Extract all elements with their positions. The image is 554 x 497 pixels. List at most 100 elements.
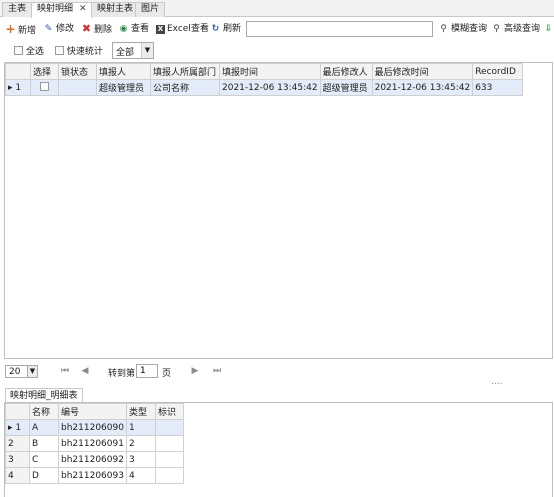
tab-images[interactable]: 图片: [135, 2, 166, 17]
edit-button-label: 修改: [56, 24, 75, 34]
export-icon: ⇩: [544, 24, 553, 34]
record-id-cell: 633: [472, 79, 524, 96]
edit-button[interactable]: ✎ 修改: [43, 22, 74, 36]
checkbox-icon: [40, 82, 49, 91]
excel-icon: X: [156, 25, 165, 34]
page-number-input[interactable]: [136, 364, 158, 378]
refresh-icon: ↻: [211, 24, 220, 34]
modifier-cell: 超级管理员: [319, 79, 373, 96]
page-size-select[interactable]: 20 ▼: [5, 365, 38, 378]
column-header[interactable]: 填报人所属部门: [150, 63, 220, 80]
delete-button-label: 删除: [94, 25, 113, 35]
row-select-checkbox[interactable]: [30, 79, 59, 96]
code-cell: bh211206093: [58, 467, 127, 484]
select-all-label: 全选: [25, 47, 44, 57]
code-cell: bh211206091: [58, 435, 127, 452]
tab-label: 图片: [141, 4, 160, 14]
fuzzy-search-icon: ⚲: [440, 24, 447, 34]
column-header[interactable]: 标识: [154, 403, 184, 420]
scope-select[interactable]: 全部 ▼: [112, 42, 154, 59]
new-button[interactable]: + 新增: [5, 22, 36, 36]
select-all-checkbox[interactable]: 全选: [14, 46, 44, 58]
table-row[interactable]: ▸ 1 A bh211206090 1: [5, 419, 184, 436]
chevron-down-icon[interactable]: ▼: [141, 43, 153, 58]
view-button-label: 查看: [131, 24, 150, 34]
row-indicator: 2: [5, 435, 30, 452]
prev-page-icon[interactable]: ◀: [80, 365, 90, 377]
code-cell: bh211206092: [58, 451, 127, 468]
first-page-icon[interactable]: ⏮: [60, 365, 70, 377]
page-size-value: 20: [9, 367, 21, 377]
name-cell: C: [29, 451, 59, 468]
fuzzy-query-button[interactable]: ⚲ 模糊查询: [438, 22, 487, 36]
export-button[interactable]: ⇩: [543, 22, 554, 36]
type-cell: 3: [125, 451, 156, 468]
code-cell: bh211206090: [58, 419, 127, 436]
column-header[interactable]: 最后修改人: [319, 63, 373, 80]
page-suffix-label: 页: [162, 369, 172, 379]
splitter-dots[interactable]: ....: [491, 377, 502, 387]
header-row: 名称 编号 类型 标识: [5, 403, 184, 420]
column-header[interactable]: 锁状态: [58, 63, 97, 80]
search-icon: ⚲: [493, 24, 500, 34]
type-cell: 4: [125, 467, 156, 484]
next-page-icon[interactable]: ▶: [190, 365, 200, 377]
mark-cell: [154, 451, 184, 468]
table-row[interactable]: 4 D bh211206093 4: [5, 467, 184, 484]
table-row[interactable]: ▸ 1 超级管理员 公司名称 2021-12-06 13:45:42 超级管理员…: [5, 79, 524, 96]
name-cell: A: [29, 419, 59, 436]
view-button[interactable]: ◉ 查看: [118, 22, 149, 36]
table-row[interactable]: 3 C bh211206092 3: [5, 451, 184, 468]
column-header[interactable]: 填报时间: [219, 63, 321, 80]
tab-detail[interactable]: 映射明细_明细表: [5, 388, 83, 402]
refresh-button[interactable]: ↻ 刷新: [210, 22, 241, 36]
scope-select-value: 全部: [116, 48, 135, 58]
mark-cell: [154, 419, 184, 436]
excel-view-button-label: Excel查看: [167, 24, 209, 34]
goto-label: 转到第: [108, 369, 136, 379]
row-indicator-header: [5, 63, 31, 80]
column-header[interactable]: 名称: [29, 403, 59, 420]
filler-cell: 超级管理员: [96, 79, 151, 96]
type-cell: 1: [125, 419, 156, 436]
detail-table: 名称 编号 类型 标识 ▸ 1 A bh211206090 1 2 B bh21…: [5, 403, 184, 484]
column-header[interactable]: 选择: [30, 63, 59, 80]
refresh-button-label: 刷新: [223, 24, 242, 34]
detail-grid: 名称 编号 类型 标识 ▸ 1 A bh211206090 1 2 B bh21…: [4, 402, 553, 497]
delete-button[interactable]: ✖ 删除: [81, 22, 112, 36]
last-page-icon[interactable]: ⏭: [212, 365, 222, 377]
column-header[interactable]: 类型: [125, 403, 156, 420]
checkbox-icon: [55, 46, 64, 55]
tab-label: 映射主表: [97, 4, 134, 14]
delete-icon: ✖: [81, 22, 92, 35]
column-header[interactable]: RecordID: [472, 63, 524, 80]
name-cell: B: [29, 435, 59, 452]
fill-time-cell: 2021-12-06 13:45:42: [219, 79, 321, 96]
modify-time-cell: 2021-12-06 13:45:42: [371, 79, 474, 96]
close-icon[interactable]: ✕: [79, 4, 87, 14]
tab-main[interactable]: 主表: [2, 2, 33, 17]
column-header[interactable]: 编号: [58, 403, 127, 420]
eye-icon: ◉: [119, 24, 128, 34]
column-header[interactable]: 填报人: [96, 63, 151, 80]
type-cell: 2: [125, 435, 156, 452]
table-row[interactable]: 2 B bh211206091 2: [5, 435, 184, 452]
chevron-down-icon[interactable]: ▼: [27, 366, 37, 377]
plus-icon: +: [5, 22, 16, 36]
quick-stats-label: 快速统计: [66, 47, 103, 57]
checkbox-icon: [14, 46, 23, 55]
tab-mapping-detail[interactable]: 映射明细 ✕: [31, 2, 93, 18]
advanced-query-label: 高级查询: [504, 24, 541, 34]
tab-mapping-main[interactable]: 映射主表: [91, 2, 140, 17]
column-header[interactable]: 最后修改时间: [371, 63, 474, 80]
quick-stats-checkbox[interactable]: 快速统计: [55, 46, 103, 58]
row-indicator: 3: [5, 451, 30, 468]
row-indicator: ▸ 1: [5, 419, 30, 436]
search-input[interactable]: [246, 21, 433, 37]
advanced-query-button[interactable]: ⚲ 高级查询: [491, 22, 540, 36]
mark-cell: [154, 435, 184, 452]
pencil-icon: ✎: [44, 24, 53, 34]
name-cell: D: [29, 467, 59, 484]
excel-view-button[interactable]: X Excel查看: [156, 22, 209, 36]
header-row: 选择 锁状态 填报人 填报人所属部门 填报时间 最后修改人 最后修改时间 Rec…: [5, 63, 524, 80]
